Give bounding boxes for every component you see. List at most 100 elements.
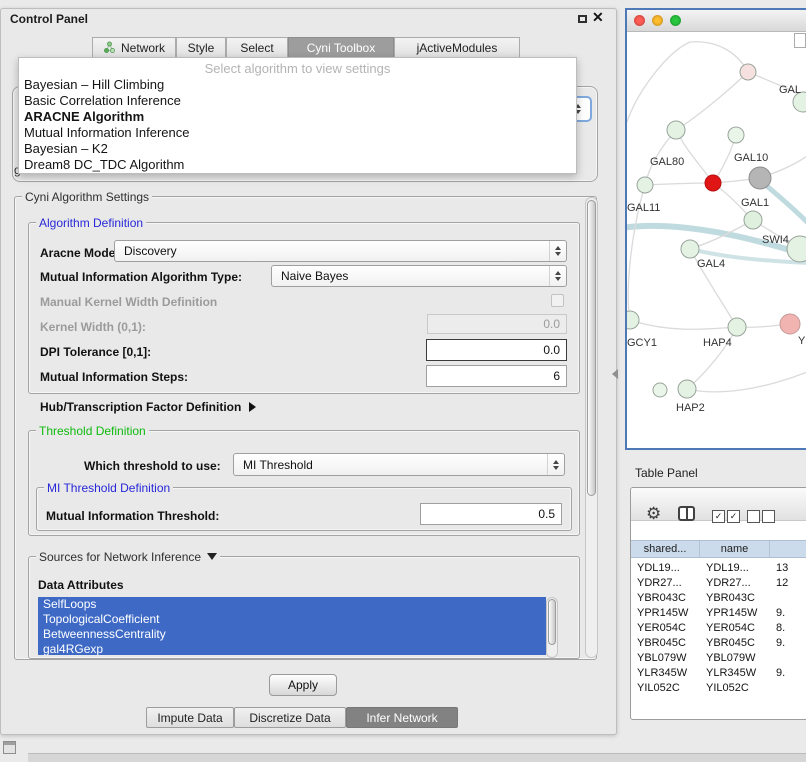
- dock-panel-icon[interactable]: [3, 741, 16, 754]
- network-node[interactable]: [728, 318, 746, 336]
- close-window-button[interactable]: ✕: [592, 10, 604, 24]
- deselect-all-button[interactable]: [747, 510, 777, 523]
- table-cell[interactable]: YBR045C: [700, 637, 770, 649]
- table-cell[interactable]: 9.: [770, 607, 806, 619]
- network-node-gray[interactable]: [749, 167, 771, 189]
- node-label: GAL11: [627, 202, 660, 214]
- dropdown-item[interactable]: Bayesian – K2: [19, 141, 576, 157]
- tab-discretize-data[interactable]: Discretize Data: [234, 707, 346, 728]
- table-cell[interactable]: 9.: [770, 667, 806, 679]
- table-cell[interactable]: YDR27...: [631, 577, 700, 589]
- tab-impute-data[interactable]: Impute Data: [146, 707, 234, 728]
- table-cell[interactable]: YPR145W: [700, 607, 770, 619]
- which-threshold-combobox[interactable]: MI Threshold: [233, 453, 565, 476]
- table-cell[interactable]: 12: [770, 577, 806, 589]
- table-cell[interactable]: YBL079W: [631, 652, 700, 664]
- tab-infer-network[interactable]: Infer Network: [346, 707, 458, 728]
- mi-steps-field[interactable]: 6: [426, 365, 567, 387]
- dropdown-item[interactable]: Dream8 DC_TDC Algorithm: [19, 157, 576, 173]
- table-cell[interactable]: YIL052C: [700, 682, 770, 694]
- table-cell[interactable]: YLR345W: [631, 667, 700, 679]
- close-light[interactable]: [634, 15, 645, 26]
- panel-splitter-handle[interactable]: [612, 369, 618, 379]
- table-cell[interactable]: YDL19...: [700, 562, 770, 574]
- column-header[interactable]: name: [700, 541, 770, 557]
- tab-cyni-toolbox[interactable]: Cyni Toolbox: [288, 37, 394, 58]
- table-row[interactable]: YDL19... YDL19... 13: [631, 560, 806, 575]
- table-cell[interactable]: 9.: [770, 637, 806, 649]
- mi-type-label: Mutual Information Algorithm Type:: [40, 270, 242, 284]
- table-cell[interactable]: YIL052C: [631, 682, 700, 694]
- table-cell[interactable]: YER054C: [631, 622, 700, 634]
- table-cell[interactable]: YBR043C: [631, 592, 700, 604]
- network-node[interactable]: [740, 64, 756, 80]
- table-cell[interactable]: 8.: [770, 622, 806, 634]
- table-row[interactable]: YBR043C YBR043C: [631, 590, 806, 605]
- dropdown-item-selected[interactable]: ARACNE Algorithm: [19, 109, 576, 125]
- mi-threshold-field[interactable]: 0.5: [420, 503, 562, 525]
- dropdown-item[interactable]: Bayesian – Hill Climbing: [19, 77, 576, 93]
- network-node[interactable]: [637, 177, 653, 193]
- table-cell[interactable]: YBR045C: [631, 637, 700, 649]
- column-header[interactable]: [770, 541, 806, 557]
- zoom-light[interactable]: [670, 15, 681, 26]
- tab-select[interactable]: Select: [226, 37, 288, 58]
- table-cell[interactable]: YDL19...: [631, 562, 700, 574]
- which-threshold-label: Which threshold to use:: [84, 459, 221, 473]
- settings-scrollbar-thumb[interactable]: [587, 200, 596, 496]
- network-node[interactable]: [653, 383, 667, 397]
- network-scrollbar-corner[interactable]: [794, 33, 806, 48]
- list-item[interactable]: BetweennessCentrality: [38, 627, 546, 642]
- table-row[interactable]: YDR27... YDR27... 12: [631, 575, 806, 590]
- sources-section-toggle[interactable]: Sources for Network Inference: [36, 550, 220, 564]
- hub-section-toggle[interactable]: Hub/Transcription Factor Definition: [40, 400, 256, 414]
- network-node[interactable]: [681, 240, 699, 258]
- table-row[interactable]: YBL079W YBL079W: [631, 650, 806, 665]
- column-header[interactable]: shared...: [631, 541, 700, 557]
- network-node[interactable]: [667, 121, 685, 139]
- network-node[interactable]: [627, 311, 639, 329]
- table-cell[interactable]: YLR345W: [700, 667, 770, 679]
- dropdown-item[interactable]: Mutual Information Inference: [19, 125, 576, 141]
- attributes-list-scrollbar-thumb[interactable]: [548, 599, 556, 645]
- table-row[interactable]: YPR145W YPR145W 9.: [631, 605, 806, 620]
- list-item[interactable]: SelfLoops: [38, 597, 546, 612]
- bottom-resize-bar[interactable]: [28, 753, 806, 762]
- network-node[interactable]: [678, 380, 696, 398]
- select-all-button[interactable]: ✓ ✓: [712, 510, 742, 523]
- table-cell[interactable]: YPR145W: [631, 607, 700, 619]
- network-node-pink[interactable]: [780, 314, 800, 334]
- algorithm-dropdown[interactable]: Select algorithm to view settings Bayesi…: [18, 57, 577, 174]
- list-item[interactable]: gal4RGexp: [38, 642, 546, 655]
- network-node[interactable]: [787, 236, 806, 262]
- aracne-mode-combobox[interactable]: Discovery: [114, 240, 567, 262]
- float-window-button[interactable]: [578, 15, 587, 23]
- table-cell[interactable]: 13: [770, 562, 806, 574]
- table-cell[interactable]: YBR043C: [700, 592, 770, 604]
- node-label: GAL: [779, 84, 801, 96]
- network-canvas[interactable]: GAL GAL80 GAL10 GAL11 GAL1 SWI4 GAL4 GCY…: [627, 32, 806, 448]
- network-node-red[interactable]: [705, 175, 721, 191]
- table-cell[interactable]: YER054C: [700, 622, 770, 634]
- table-cell[interactable]: YBL079W: [700, 652, 770, 664]
- network-node[interactable]: [744, 211, 762, 229]
- table-row[interactable]: YLR345W YLR345W 9.: [631, 665, 806, 680]
- table-row[interactable]: YIL052C YIL052C: [631, 680, 806, 695]
- dropdown-item[interactable]: Basic Correlation Inference: [19, 93, 576, 109]
- mi-type-combobox[interactable]: Naive Bayes: [271, 265, 567, 287]
- table-row[interactable]: YER054C YER054C 8.: [631, 620, 806, 635]
- dpi-tolerance-field[interactable]: 0.0: [426, 339, 567, 361]
- attributes-list[interactable]: SelfLoops TopologicalCoefficient Between…: [38, 597, 546, 655]
- table-cell[interactable]: YDR27...: [700, 577, 770, 589]
- tab-network[interactable]: Network: [92, 37, 176, 58]
- minimize-light[interactable]: [652, 15, 663, 26]
- list-item[interactable]: TopologicalCoefficient: [38, 612, 546, 627]
- gear-icon[interactable]: ⚙: [646, 505, 661, 522]
- columns-icon[interactable]: [678, 506, 695, 521]
- apply-button[interactable]: Apply: [269, 674, 337, 696]
- table-row[interactable]: YBR045C YBR045C 9.: [631, 635, 806, 650]
- tab-style[interactable]: Style: [176, 37, 226, 58]
- tab-jactivemodules[interactable]: jActiveModules: [394, 37, 520, 58]
- node-label: GAL4: [697, 258, 725, 270]
- network-node[interactable]: [728, 127, 744, 143]
